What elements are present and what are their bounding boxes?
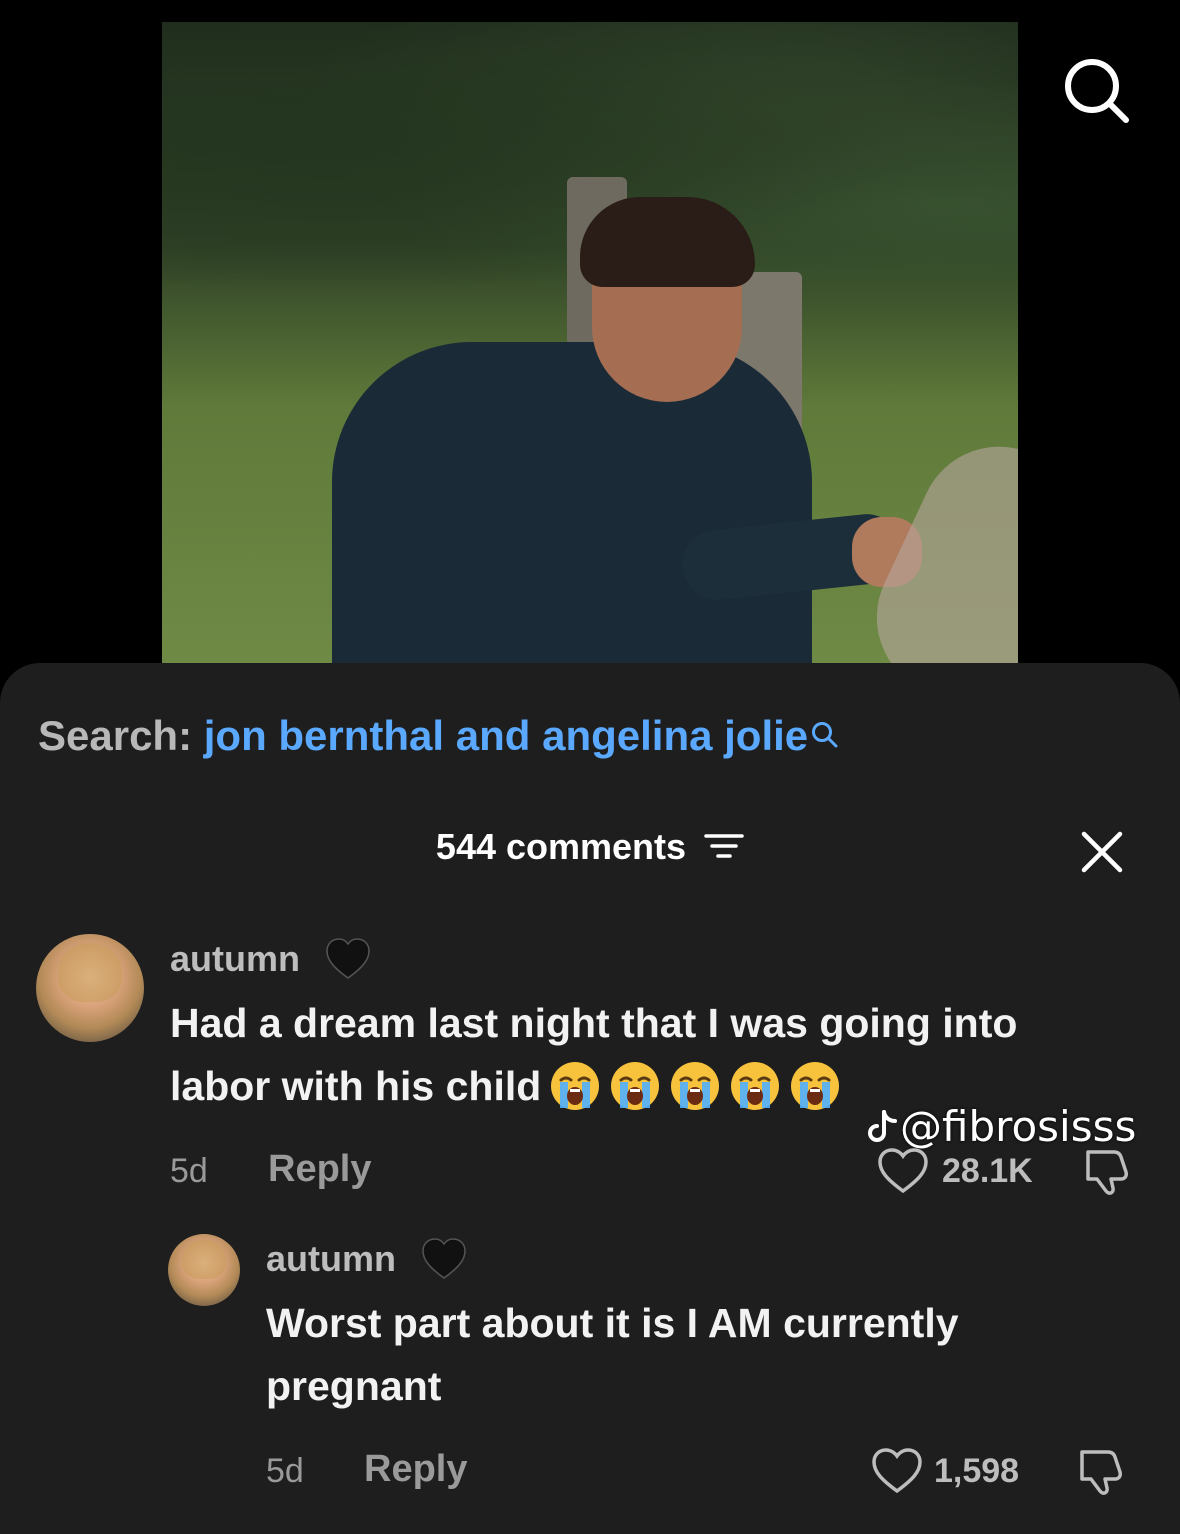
emoji-row — [541, 1062, 841, 1110]
close-icon[interactable] — [1080, 830, 1124, 874]
watermark-handle: @fibrosisss — [900, 1102, 1137, 1151]
comment-line-text: labor with his child — [170, 1063, 542, 1109]
comment-line: pregnant — [266, 1363, 442, 1409]
comment-age: 5d — [266, 1452, 304, 1490]
like-count: 28.1K — [942, 1152, 1033, 1190]
black-heart-icon — [420, 1236, 468, 1287]
tiktok-logo-icon — [868, 1110, 897, 1142]
loudly-crying-face-icon — [611, 1062, 660, 1110]
comment-age: 5d — [170, 1152, 208, 1190]
dislike-icon[interactable] — [1080, 1146, 1134, 1203]
comments-count: 544 comments — [435, 826, 687, 867]
video-player[interactable] — [162, 22, 1018, 664]
like-heart-icon[interactable] — [876, 1146, 930, 1201]
comments-header: 544 comments — [0, 826, 1180, 870]
avatar[interactable] — [168, 1234, 240, 1306]
comment-username[interactable]: autumn — [266, 1238, 396, 1280]
person-hair — [580, 197, 755, 287]
comment-line: Worst part about it is I AM currently — [266, 1300, 959, 1346]
search-query-link[interactable]: jon bernthal and angelina jolie — [204, 712, 808, 759]
search-suggestion[interactable]: Search: jon bernthal and angelina jolie — [38, 712, 840, 760]
reply-button[interactable]: Reply — [268, 1148, 371, 1191]
loudly-crying-face-icon — [671, 1062, 720, 1110]
comment-body: Worst part about it is I AM currently pr… — [266, 1292, 959, 1418]
like-heart-icon[interactable] — [870, 1446, 924, 1501]
comment-username[interactable]: autumn — [170, 938, 300, 980]
avatar[interactable] — [36, 934, 144, 1042]
dislike-icon[interactable] — [1074, 1446, 1128, 1503]
comment-line: Had a dream last night that I was going … — [170, 1000, 1018, 1046]
person-body — [332, 342, 812, 664]
like-count: 1,598 — [934, 1452, 1020, 1490]
search-icon[interactable] — [1062, 56, 1132, 126]
reply-button[interactable]: Reply — [364, 1448, 467, 1491]
filter-icon[interactable] — [704, 828, 744, 870]
search-label: Search: — [38, 712, 193, 759]
search-icon — [810, 712, 840, 760]
black-heart-icon — [324, 936, 372, 987]
loudly-crying-face-icon — [791, 1062, 840, 1110]
loudly-crying-face-icon — [551, 1062, 600, 1110]
comment-body: Had a dream last night that I was going … — [170, 992, 1017, 1118]
tiktok-watermark: @fibrosisss — [866, 1102, 1136, 1151]
loudly-crying-face-icon — [731, 1062, 780, 1110]
